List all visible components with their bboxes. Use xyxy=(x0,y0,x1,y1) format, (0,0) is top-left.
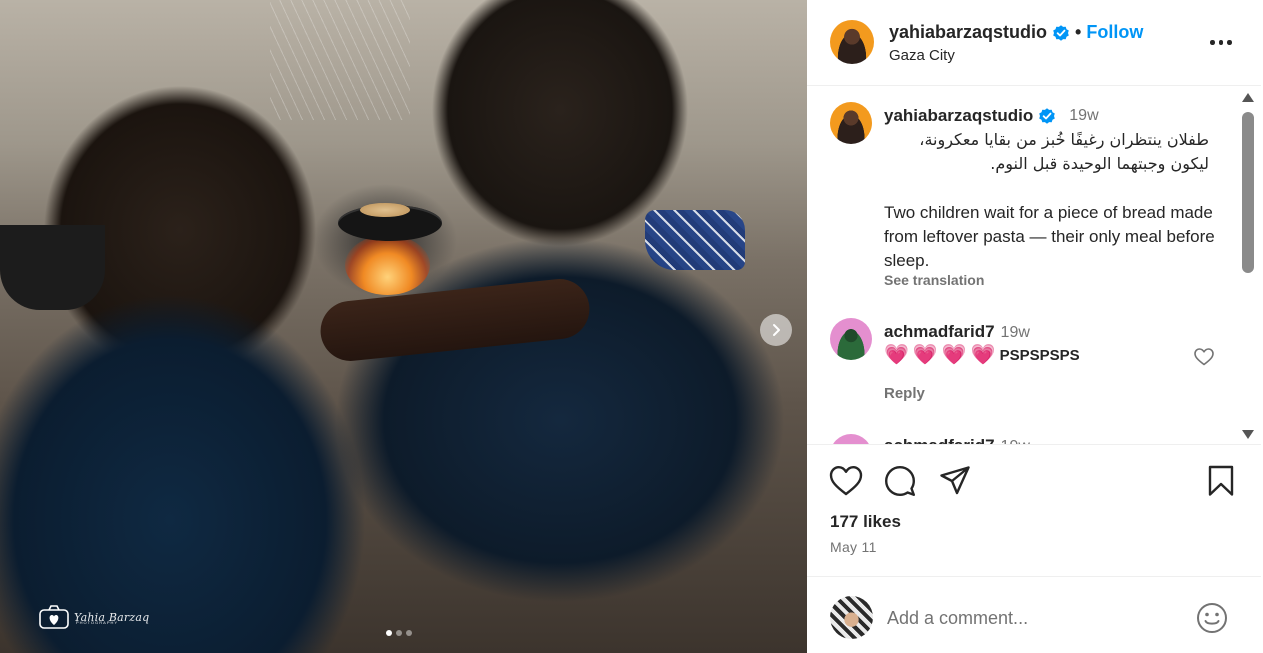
comment-body: PSPSPSPS xyxy=(999,346,1080,364)
comment-button[interactable] xyxy=(884,465,916,502)
post-location[interactable]: Gaza City xyxy=(889,47,955,64)
comment-icon xyxy=(885,466,915,496)
current-user-avatar xyxy=(830,596,873,639)
heart-emoji: 💗 xyxy=(941,344,967,366)
post-header: yahiabarzaqstudio • Follow Gaza City xyxy=(807,0,1261,86)
comment-input[interactable] xyxy=(887,603,1187,633)
more-icon-dot xyxy=(1218,40,1223,45)
caption-arabic-text: طفلان ينتظران رغيفًا خُبز من بقايا معكرو… xyxy=(919,130,1209,173)
fire xyxy=(345,235,430,295)
likes-count[interactable]: 177 likes xyxy=(830,512,901,532)
scroll-up-arrow-icon[interactable] xyxy=(1242,93,1254,102)
comment-like-button[interactable] xyxy=(1194,348,1214,371)
author-line: yahiabarzaqstudio • Follow xyxy=(889,22,1143,43)
chevron-right-icon xyxy=(773,324,780,336)
photographer-watermark: Yahia Barzaq PHOTOGRAPHY xyxy=(38,604,149,630)
more-options-button[interactable] xyxy=(1210,40,1232,45)
like-button[interactable] xyxy=(829,465,863,502)
wall-scribbles xyxy=(270,0,410,120)
more-icon xyxy=(1210,40,1215,45)
camera-logo-icon xyxy=(39,605,69,629)
heart-emoji: 💗 xyxy=(912,344,938,366)
save-button[interactable] xyxy=(1207,465,1235,502)
comment-time[interactable]: 19w xyxy=(1001,324,1030,341)
comments-section[interactable]: yahiabarzaqstudio 19w طفلان ينتظران رغيف… xyxy=(807,87,1237,444)
scrollbar-thumb[interactable] xyxy=(1242,112,1254,273)
share-icon xyxy=(940,466,970,495)
blue-cloth xyxy=(645,210,745,270)
caption-english-text: Two children wait for a piece of bread m… xyxy=(884,203,1215,270)
heart-emoji: 💗 xyxy=(970,344,996,366)
post-details-panel: yahiabarzaqstudio • Follow Gaza City yah… xyxy=(807,0,1261,653)
carousel-dot xyxy=(406,630,412,636)
author-avatar[interactable] xyxy=(830,20,874,64)
comment-author-line: achmadfarid719w xyxy=(884,436,1030,444)
bookmark-icon xyxy=(1208,465,1234,496)
comments-scrollbar[interactable] xyxy=(1241,90,1255,442)
bread xyxy=(360,203,410,217)
post-photo[interactable]: Yahia Barzaq PHOTOGRAPHY xyxy=(0,0,807,653)
scroll-down-arrow-icon[interactable] xyxy=(1242,430,1254,439)
carousel-dot xyxy=(386,630,392,636)
share-button[interactable] xyxy=(939,465,971,502)
caption-author-username[interactable]: yahiabarzaqstudio xyxy=(884,106,1033,126)
reply-button[interactable]: Reply xyxy=(884,385,925,402)
follow-button[interactable]: Follow xyxy=(1086,22,1143,43)
watermark-subtext: PHOTOGRAPHY xyxy=(76,620,119,625)
basin xyxy=(0,225,105,310)
next-photo-button[interactable] xyxy=(760,314,792,346)
more-icon-dot xyxy=(1227,40,1232,45)
verified-icon xyxy=(1053,24,1069,41)
commenter-username[interactable]: achmadfarid7 xyxy=(884,436,995,444)
emoji-button[interactable] xyxy=(1196,602,1228,639)
emoji-icon xyxy=(1197,603,1227,633)
verified-icon xyxy=(1039,108,1056,124)
caption-author-line: yahiabarzaqstudio 19w xyxy=(884,106,1099,126)
header-separator: • xyxy=(1075,22,1082,42)
see-translation-link[interactable]: See translation xyxy=(884,272,984,288)
author-username[interactable]: yahiabarzaqstudio xyxy=(889,22,1047,43)
commenter-username[interactable]: achmadfarid7 xyxy=(884,322,995,341)
heart-emoji: 💗 xyxy=(884,344,909,366)
carousel-dots xyxy=(386,630,412,636)
post-actions: 177 likes May 11 xyxy=(807,444,1261,559)
commenter-avatar[interactable] xyxy=(830,434,872,444)
carousel-dot xyxy=(396,630,402,636)
heart-icon xyxy=(1194,348,1214,366)
heart-icon xyxy=(829,466,863,496)
add-comment-bar xyxy=(807,576,1261,653)
caption-author-avatar[interactable] xyxy=(830,102,872,144)
post-date[interactable]: May 11 xyxy=(830,539,877,555)
comment-author-line: achmadfarid7 19w xyxy=(884,322,1030,342)
comment-text: 💗 💗 💗 💗 PSPSPSPS xyxy=(884,345,1080,365)
caption-time[interactable]: 19w xyxy=(1069,107,1098,125)
child-arm xyxy=(317,276,593,364)
commenter-avatar[interactable] xyxy=(830,318,872,360)
